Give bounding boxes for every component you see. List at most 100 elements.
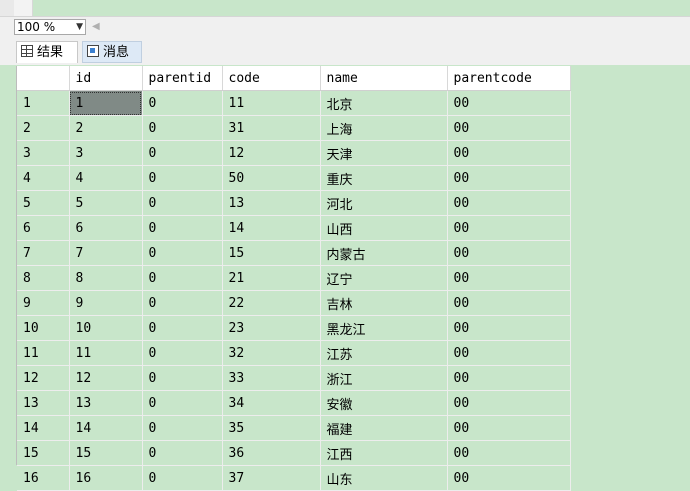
row-number-cell[interactable]: 6 <box>17 215 70 241</box>
cell-code[interactable]: 33 <box>222 365 321 391</box>
cell-parentcode[interactable]: 00 <box>447 265 571 291</box>
tab-messages[interactable]: 消息 <box>82 41 142 63</box>
cell-parentcode[interactable]: 00 <box>447 390 571 416</box>
table-row[interactable]: 3 3 0 12 天津 00 <box>17 140 571 166</box>
cell-id[interactable]: 10 <box>69 315 143 341</box>
query-editor[interactable] <box>0 0 690 16</box>
cell-id[interactable]: 12 <box>69 365 143 391</box>
cell-name[interactable]: 辽宁 <box>320 265 448 291</box>
zoom-dropdown[interactable]: 100 % ▼ <box>14 19 86 35</box>
cell-parentcode[interactable]: 00 <box>447 190 571 216</box>
row-number-cell[interactable]: 5 <box>17 190 70 216</box>
cell-name[interactable]: 北京 <box>320 90 448 116</box>
chevron-down-icon[interactable]: ▼ <box>76 20 83 34</box>
cell-parentid[interactable]: 0 <box>142 265 223 291</box>
row-number-cell[interactable]: 1 <box>17 90 70 116</box>
cell-parentcode[interactable]: 00 <box>447 415 571 441</box>
cell-parentcode[interactable]: 00 <box>447 90 571 116</box>
table-row[interactable]: 11 11 0 32 江苏 00 <box>17 340 571 366</box>
table-row[interactable]: 1 1 0 11 北京 00 <box>17 90 571 116</box>
row-number-cell[interactable]: 10 <box>17 315 70 341</box>
cell-code[interactable]: 37 <box>222 465 321 491</box>
cell-id[interactable]: 2 <box>69 115 143 141</box>
cell-code[interactable]: 50 <box>222 165 321 191</box>
cell-parentid[interactable]: 0 <box>142 290 223 316</box>
row-number-cell[interactable]: 14 <box>17 415 70 441</box>
cell-parentid[interactable]: 0 <box>142 415 223 441</box>
table-row[interactable]: 7 7 0 15 内蒙古 00 <box>17 240 571 266</box>
cell-code[interactable]: 23 <box>222 315 321 341</box>
column-header-id[interactable]: id <box>69 66 143 91</box>
cell-code[interactable]: 31 <box>222 115 321 141</box>
cell-code[interactable]: 13 <box>222 190 321 216</box>
cell-parentid[interactable]: 0 <box>142 465 223 491</box>
cell-parentid[interactable]: 0 <box>142 90 223 116</box>
cell-code[interactable]: 34 <box>222 390 321 416</box>
cell-name[interactable]: 江西 <box>320 440 448 466</box>
cell-parentid[interactable]: 0 <box>142 365 223 391</box>
cell-id[interactable]: 1 <box>69 90 143 116</box>
cell-parentid[interactable]: 0 <box>142 390 223 416</box>
row-number-cell[interactable]: 15 <box>17 440 70 466</box>
table-row[interactable]: 5 5 0 13 河北 00 <box>17 190 571 216</box>
cell-name[interactable]: 天津 <box>320 140 448 166</box>
tab-results[interactable]: 结果 <box>16 41 78 63</box>
cell-parentcode[interactable]: 00 <box>447 115 571 141</box>
cell-id[interactable]: 8 <box>69 265 143 291</box>
table-row[interactable]: 6 6 0 14 山西 00 <box>17 215 571 241</box>
cell-parentcode[interactable]: 00 <box>447 315 571 341</box>
row-number-cell[interactable]: 16 <box>17 465 70 491</box>
table-row[interactable]: 9 9 0 22 吉林 00 <box>17 290 571 316</box>
results-grid[interactable]: id parentid code name parentcode 1 1 0 11 北京 00 2 2… <box>16 66 690 491</box>
cell-code[interactable]: 35 <box>222 415 321 441</box>
table-row[interactable]: 4 4 0 50 重庆 00 <box>17 165 571 191</box>
row-number-cell[interactable]: 9 <box>17 290 70 316</box>
table-row[interactable]: 2 2 0 31 上海 00 <box>17 115 571 141</box>
cell-name[interactable]: 山东 <box>320 465 448 491</box>
cell-parentid[interactable]: 0 <box>142 440 223 466</box>
cell-id[interactable]: 14 <box>69 415 143 441</box>
cell-id[interactable]: 11 <box>69 340 143 366</box>
cell-parentcode[interactable]: 00 <box>447 465 571 491</box>
cell-parentid[interactable]: 0 <box>142 315 223 341</box>
cell-code[interactable]: 32 <box>222 340 321 366</box>
cell-name[interactable]: 山西 <box>320 215 448 241</box>
cell-code[interactable]: 36 <box>222 440 321 466</box>
cell-code[interactable]: 15 <box>222 240 321 266</box>
cell-name[interactable]: 内蒙古 <box>320 240 448 266</box>
cell-name[interactable]: 河北 <box>320 190 448 216</box>
column-header-parentid[interactable]: parentid <box>142 66 223 91</box>
cell-id[interactable]: 4 <box>69 165 143 191</box>
column-header-parentcode[interactable]: parentcode <box>447 66 571 91</box>
cell-parentid[interactable]: 0 <box>142 115 223 141</box>
cell-parentcode[interactable]: 00 <box>447 440 571 466</box>
cell-id[interactable]: 3 <box>69 140 143 166</box>
cell-code[interactable]: 21 <box>222 265 321 291</box>
table-row[interactable]: 13 13 0 34 安徽 00 <box>17 390 571 416</box>
row-number-cell[interactable]: 12 <box>17 365 70 391</box>
cell-id[interactable]: 6 <box>69 215 143 241</box>
cell-code[interactable]: 14 <box>222 215 321 241</box>
cell-parentcode[interactable]: 00 <box>447 165 571 191</box>
table-row[interactable]: 14 14 0 35 福建 00 <box>17 415 571 441</box>
cell-parentcode[interactable]: 00 <box>447 290 571 316</box>
table-row[interactable]: 16 16 0 37 山东 00 <box>17 465 571 491</box>
cell-name[interactable]: 重庆 <box>320 165 448 191</box>
cell-code[interactable]: 12 <box>222 140 321 166</box>
cell-parentid[interactable]: 0 <box>142 140 223 166</box>
cell-id[interactable]: 16 <box>69 465 143 491</box>
cell-parentid[interactable]: 0 <box>142 240 223 266</box>
cell-parentcode[interactable]: 00 <box>447 365 571 391</box>
row-number-cell[interactable]: 8 <box>17 265 70 291</box>
cell-name[interactable]: 上海 <box>320 115 448 141</box>
cell-name[interactable]: 安徽 <box>320 390 448 416</box>
cell-parentid[interactable]: 0 <box>142 340 223 366</box>
column-header-code[interactable]: code <box>222 66 321 91</box>
cell-name[interactable]: 吉林 <box>320 290 448 316</box>
cell-id[interactable]: 5 <box>69 190 143 216</box>
cell-parentcode[interactable]: 00 <box>447 240 571 266</box>
table-row[interactable]: 15 15 0 36 江西 00 <box>17 440 571 466</box>
cell-name[interactable]: 福建 <box>320 415 448 441</box>
row-number-cell[interactable]: 4 <box>17 165 70 191</box>
cell-code[interactable]: 22 <box>222 290 321 316</box>
